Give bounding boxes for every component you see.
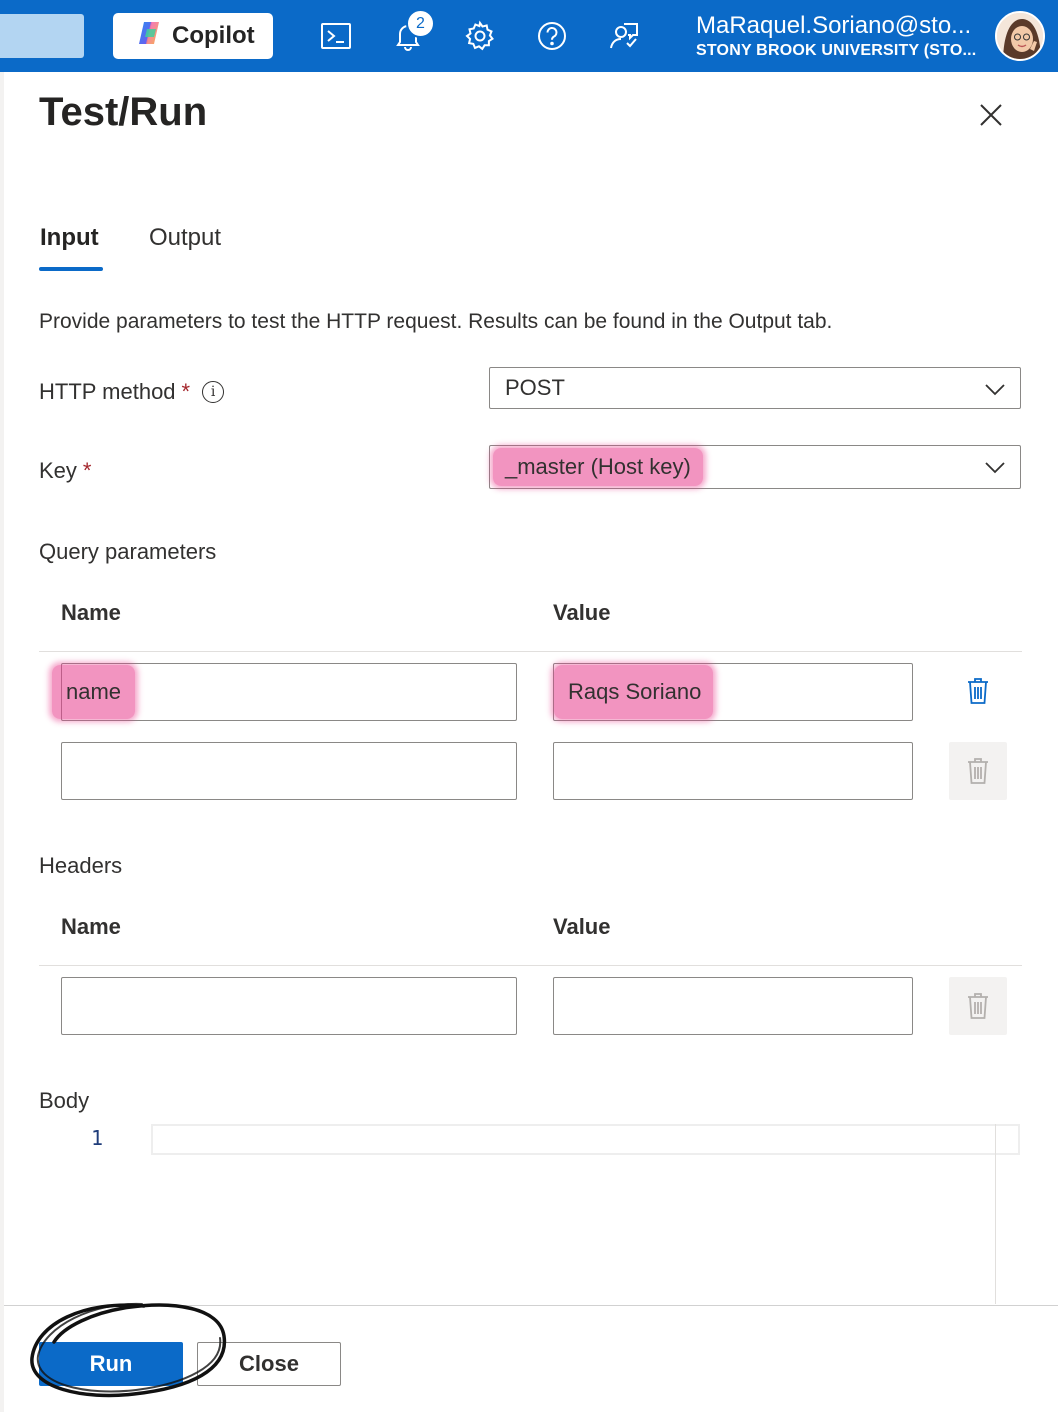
http-method-label: HTTP method * i [39, 379, 225, 405]
account-menu[interactable]: MaRaquel.Soriano@sto... STONY BROOK UNIV… [696, 12, 988, 60]
trash-icon [968, 993, 988, 1019]
help-icon[interactable] [530, 14, 574, 58]
avatar[interactable] [995, 11, 1045, 61]
trash-icon [968, 678, 988, 704]
divider [39, 965, 1022, 966]
query-param-name-value: name [52, 665, 136, 719]
info-icon[interactable]: i [202, 381, 225, 403]
query-param-value-value: Raqs Soriano [554, 665, 714, 719]
delete-header-button-disabled [949, 977, 1007, 1035]
account-email: MaRaquel.Soriano@sto... [696, 12, 972, 39]
editor-line-number: 1 [91, 1126, 104, 1150]
query-param-name-input-empty[interactable] [61, 742, 517, 800]
http-method-label-text: HTTP method [39, 379, 176, 404]
divider [39, 651, 1022, 652]
panel-description: Provide parameters to test the HTTP requ… [39, 310, 833, 333]
cloud-shell-icon[interactable] [314, 14, 358, 58]
query-parameters-label: Query parameters [39, 539, 217, 564]
header-name-input[interactable] [61, 977, 517, 1035]
required-marker: * [82, 458, 92, 483]
panel-title: Test/Run [39, 90, 208, 134]
run-button[interactable]: Run [39, 1342, 183, 1386]
notification-count-badge: 2 [406, 9, 435, 38]
header-value-column-header: Value [553, 914, 611, 939]
header-name-column-header: Name [61, 914, 121, 939]
headers-label: Headers [39, 853, 123, 878]
key-label-text: Key [39, 458, 77, 483]
footer-divider [4, 1305, 1058, 1306]
query-param-name-input[interactable]: name [52, 663, 517, 721]
body-label: Body [39, 1088, 90, 1113]
http-method-value: POST [505, 375, 565, 400]
query-param-value-input[interactable]: Raqs Soriano [553, 663, 913, 721]
query-value-column-header: Value [553, 600, 611, 625]
query-param-value-input-empty[interactable] [553, 742, 913, 800]
close-button[interactable]: Close [197, 1342, 341, 1386]
query-name-column-header: Name [61, 600, 121, 625]
editor-scrollbar[interactable] [995, 1124, 996, 1304]
top-bar: Copilot 2 MaRaquel.Soriano@sto... STONY … [0, 0, 1058, 72]
key-dropdown[interactable]: _master (Host key) [489, 445, 1021, 489]
tab-input[interactable]: Input [40, 224, 99, 252]
settings-icon[interactable] [458, 14, 502, 58]
close-icon[interactable] [972, 96, 1010, 134]
copilot-button[interactable]: Copilot [113, 13, 273, 59]
search-box[interactable] [0, 14, 84, 58]
header-value-input[interactable] [553, 977, 913, 1035]
tab-output[interactable]: Output [149, 224, 221, 252]
feedback-icon[interactable] [602, 14, 646, 58]
delete-query-param-button[interactable] [949, 662, 1007, 720]
chevron-down-icon [985, 384, 1005, 396]
chevron-down-icon [985, 462, 1005, 474]
delete-query-param-button-disabled [949, 742, 1007, 800]
http-method-dropdown[interactable]: POST [489, 367, 1021, 409]
body-editor[interactable] [151, 1124, 1020, 1155]
tab-selected-indicator [39, 267, 103, 271]
account-organization: STONY BROOK UNIVERSITY (STO... [696, 42, 977, 59]
required-marker: * [181, 379, 191, 404]
trash-icon [968, 758, 988, 784]
copilot-icon [135, 19, 163, 54]
copilot-label: Copilot [172, 22, 255, 49]
key-label: Key * [39, 458, 91, 484]
key-value: _master (Host key) [493, 448, 703, 486]
